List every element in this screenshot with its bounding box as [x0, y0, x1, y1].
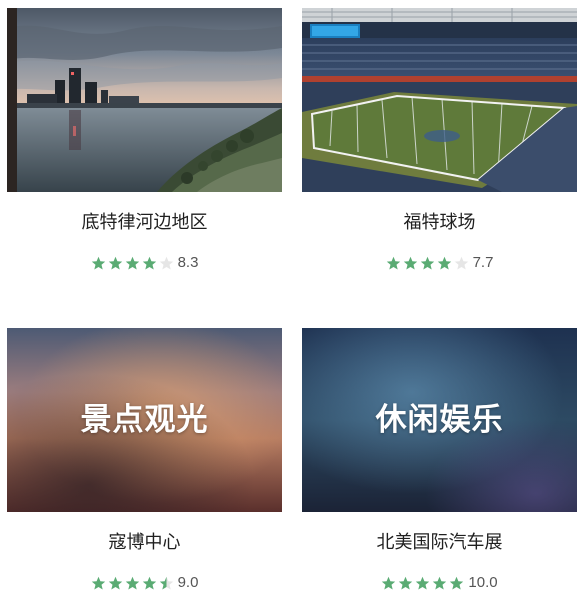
star-filled-icon: [403, 256, 417, 269]
sightseeing-placeholder-image[interactable]: 景点观光: [7, 328, 282, 512]
rating-row: 7.7: [302, 253, 577, 273]
category-overlay-label: 景点观光: [80, 402, 209, 438]
star-filled-icon: [437, 256, 451, 269]
rating-score: 10.0: [468, 574, 498, 591]
star-filled-icon: [142, 576, 156, 589]
ford-field-photo[interactable]: [302, 8, 577, 192]
star-filled-icon: [433, 576, 447, 589]
card-title[interactable]: 福特球场: [302, 208, 577, 238]
detroit-riverfront-photo[interactable]: [7, 8, 282, 192]
star-filled-icon: [420, 256, 434, 269]
rating-row: 8.3: [7, 253, 282, 273]
star-filled-icon: [108, 256, 122, 269]
star-half-icon: [159, 576, 173, 589]
rating-row: 10.0: [302, 573, 577, 593]
star-filled-icon: [125, 576, 139, 589]
star-filled-icon: [386, 256, 400, 269]
rating-row: 9.0: [7, 573, 282, 593]
star-filled-icon: [416, 576, 430, 589]
card-title[interactable]: 寇博中心: [7, 528, 282, 558]
star-filled-icon: [108, 576, 122, 589]
star-filled-icon: [399, 576, 413, 589]
leisure-placeholder-image[interactable]: 休闲娱乐: [302, 328, 577, 512]
rating-score: 9.0: [177, 574, 199, 591]
star-empty-icon: [159, 256, 173, 269]
star-filled-icon: [91, 576, 105, 589]
star-empty-icon: [454, 256, 468, 269]
card-title[interactable]: 北美国际汽车展: [302, 528, 577, 558]
star-filled-icon: [382, 576, 396, 589]
star-filled-icon: [91, 256, 105, 269]
rating-score: 8.3: [177, 254, 199, 271]
category-overlay-label: 休闲娱乐: [375, 402, 504, 438]
star-filled-icon: [450, 576, 464, 589]
rating-score: 7.7: [472, 254, 494, 271]
star-filled-icon: [142, 256, 156, 269]
star-filled-icon: [125, 256, 139, 269]
card-title[interactable]: 底特律河边地区: [7, 208, 282, 238]
